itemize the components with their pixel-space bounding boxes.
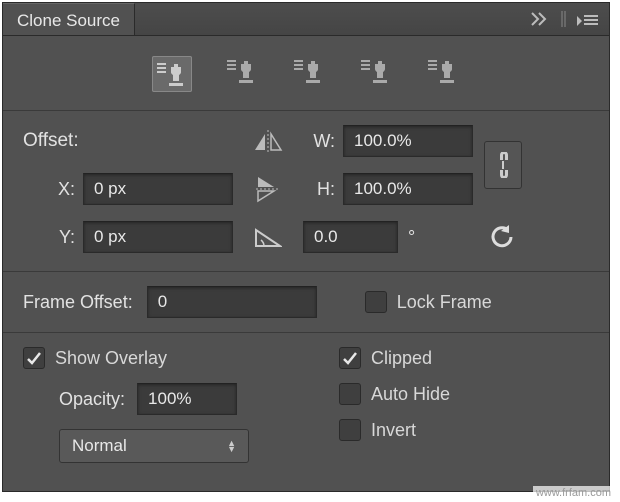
angle-input[interactable] [303,221,398,253]
lock-frame-label: Lock Frame [397,292,492,313]
x-label: X: [23,179,83,200]
panel-menu-icon[interactable] [577,12,599,26]
flip-vertical-icon[interactable] [233,175,303,203]
panel-titlebar: Clone Source [3,3,609,36]
opacity-input[interactable] [137,383,237,415]
flip-horizontal-icon[interactable] [233,130,303,152]
offset-heading: Offset: [23,130,233,152]
clipped-label: Clipped [371,348,432,369]
offset-section: Offset: W: X: H: Y: [3,111,609,272]
angle-icon [233,226,303,248]
frame-offset-row: Frame Offset: Lock Frame [3,272,609,333]
frame-offset-input[interactable] [147,286,317,318]
clone-source-panel: Clone Source Offset: W: [2,2,610,492]
panel-tab[interactable]: Clone Source [3,3,135,35]
clone-source-5[interactable] [426,56,460,86]
clone-source-2[interactable] [225,56,259,86]
clone-source-selector [3,36,609,111]
overlay-mode-value: Normal [72,436,127,456]
clone-source-4[interactable] [359,56,393,86]
y-input[interactable] [83,221,233,253]
show-overlay-label: Show Overlay [55,348,167,369]
auto-hide-checkbox[interactable] [339,383,361,405]
watermark: www.frfam.com [533,486,614,500]
invert-checkbox[interactable] [339,419,361,441]
x-input[interactable] [83,173,233,205]
w-label: W: [303,131,343,152]
opacity-label: Opacity: [59,389,125,410]
overlay-section: Show Overlay Opacity: Normal ▲▼ Clipped … [3,333,609,477]
panel-controls [531,3,609,35]
w-input[interactable] [343,125,473,157]
invert-label: Invert [371,420,416,441]
show-overlay-checkbox[interactable] [23,347,45,369]
y-label: Y: [23,227,83,248]
overlay-mode-select[interactable]: Normal ▲▼ [59,429,249,463]
auto-hide-label: Auto Hide [371,384,450,405]
angle-unit: ° [408,227,415,248]
select-arrows-icon: ▲▼ [227,440,236,452]
divider-icon [561,11,567,27]
skip-icon[interactable] [531,12,551,26]
clone-source-3[interactable] [292,56,326,86]
panel-title: Clone Source [17,11,120,30]
h-label: H: [303,179,343,200]
clipped-checkbox[interactable] [339,347,361,369]
clone-source-1[interactable] [152,56,192,92]
link-wh-button[interactable] [484,141,522,189]
reset-transform-button[interactable] [486,222,520,252]
frame-offset-label: Frame Offset: [23,292,133,313]
h-input[interactable] [343,173,473,205]
lock-frame-checkbox[interactable] [365,291,387,313]
